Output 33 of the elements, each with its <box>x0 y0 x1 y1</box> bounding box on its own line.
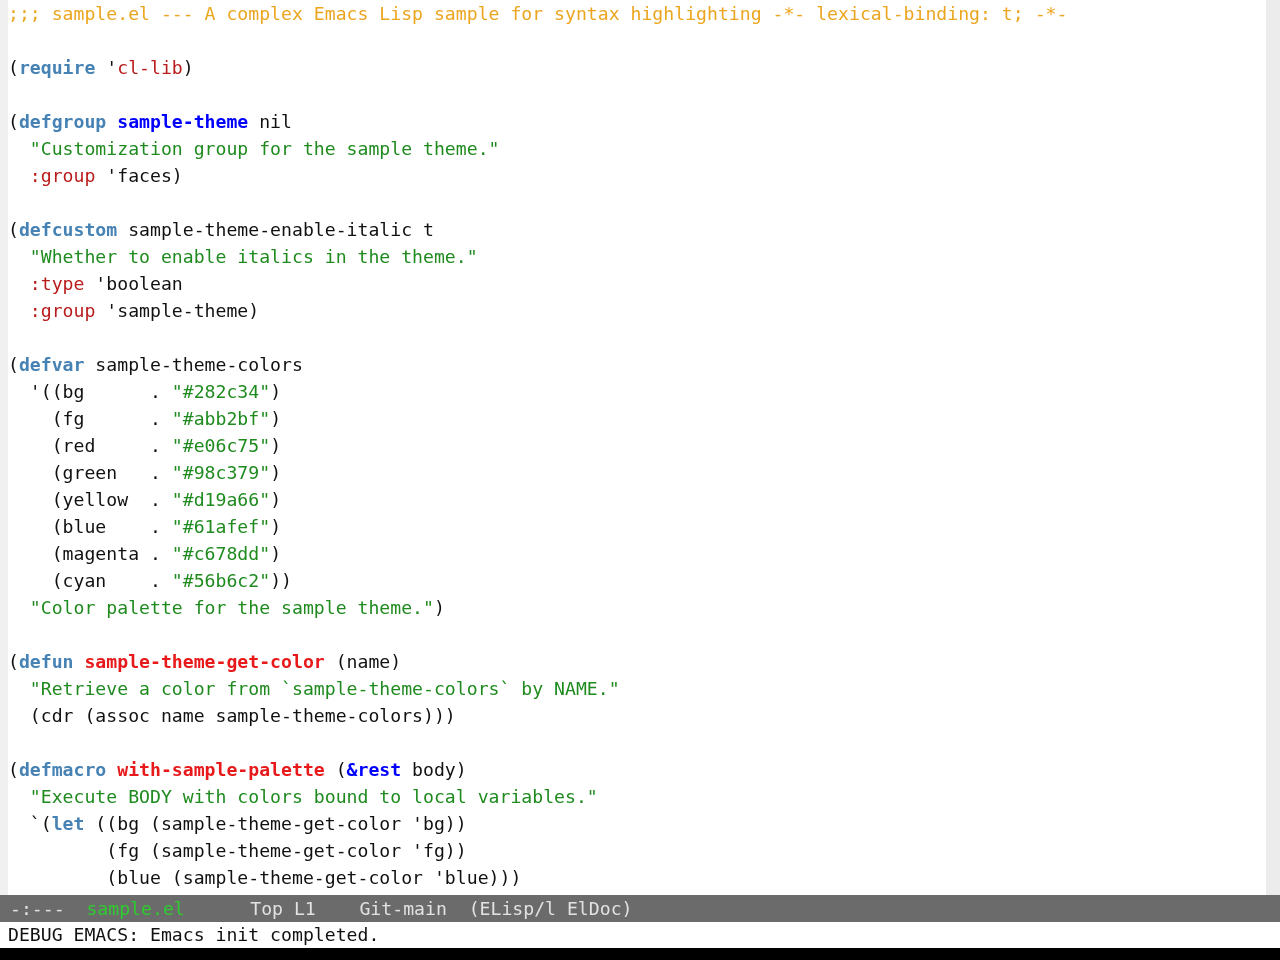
major-mode[interactable]: (ELisp/l ElDoc) <box>468 894 633 923</box>
code-line: (blue . "#61afef") <box>51 515 282 539</box>
code-line: "Execute BODY with colors bound to local variables." <box>29 785 598 809</box>
code-line: "Retrieve a color from `sample-theme-colors` by NAME." <box>29 677 620 701</box>
code-line: :group 'faces) <box>29 164 183 188</box>
code-line: (require 'cl-lib) <box>8 56 194 80</box>
code-line: (blue (sample-theme-get-color 'blue))) <box>106 866 522 890</box>
code-line: (red . "#e06c75") <box>51 434 282 458</box>
vc-branch[interactable]: Git-main <box>359 894 447 923</box>
modified-status: -:--- <box>10 896 65 921</box>
code-line: '((bg . "#282c34") <box>29 380 282 404</box>
code-line: (defun sample-theme-get-color (name) <box>8 650 402 674</box>
code-line: :group 'sample-theme) <box>29 299 260 323</box>
code-line: (fg . "#abb2bf") <box>51 407 282 431</box>
code-line: ;;; sample.el --- A complex Emacs Lisp sample for syntax highlighting -*- lexical-binding: t; -*- <box>8 2 1068 26</box>
code-line: :type 'boolean <box>29 272 183 296</box>
code-line: `(let ((bg (sample-theme-get-color 'bg)) <box>29 812 467 836</box>
code-line: "Color palette for the sample theme.") <box>29 596 445 620</box>
code-line: (yellow . "#d19a66") <box>51 488 282 512</box>
buffer-name[interactable]: sample.el <box>86 894 185 923</box>
code-line: (green . "#98c379") <box>51 461 282 485</box>
code-line: (defgroup sample-theme nil <box>8 110 292 134</box>
code-line: "Whether to enable italics in the theme." <box>29 245 478 269</box>
code-line: (defcustom sample-theme-enable-italic t <box>8 218 434 242</box>
code-line: (defvar sample-theme-colors <box>8 353 303 377</box>
code-line: (magenta . "#c678dd") <box>51 542 282 566</box>
code-line: "Customization group for the sample theme." <box>29 137 500 161</box>
cursor-position: Top L1 <box>250 896 316 921</box>
echo-message: DEBUG EMACS: Emacs init completed. <box>8 923 380 948</box>
code-line: (fg (sample-theme-get-color 'fg)) <box>106 839 467 863</box>
code-line: (defmacro with-sample-palette (&rest body) <box>8 758 467 782</box>
code-line: (cyan . "#56b6c2")) <box>51 569 292 593</box>
code-line: (cdr (assoc name sample-theme-colors))) <box>29 704 456 728</box>
